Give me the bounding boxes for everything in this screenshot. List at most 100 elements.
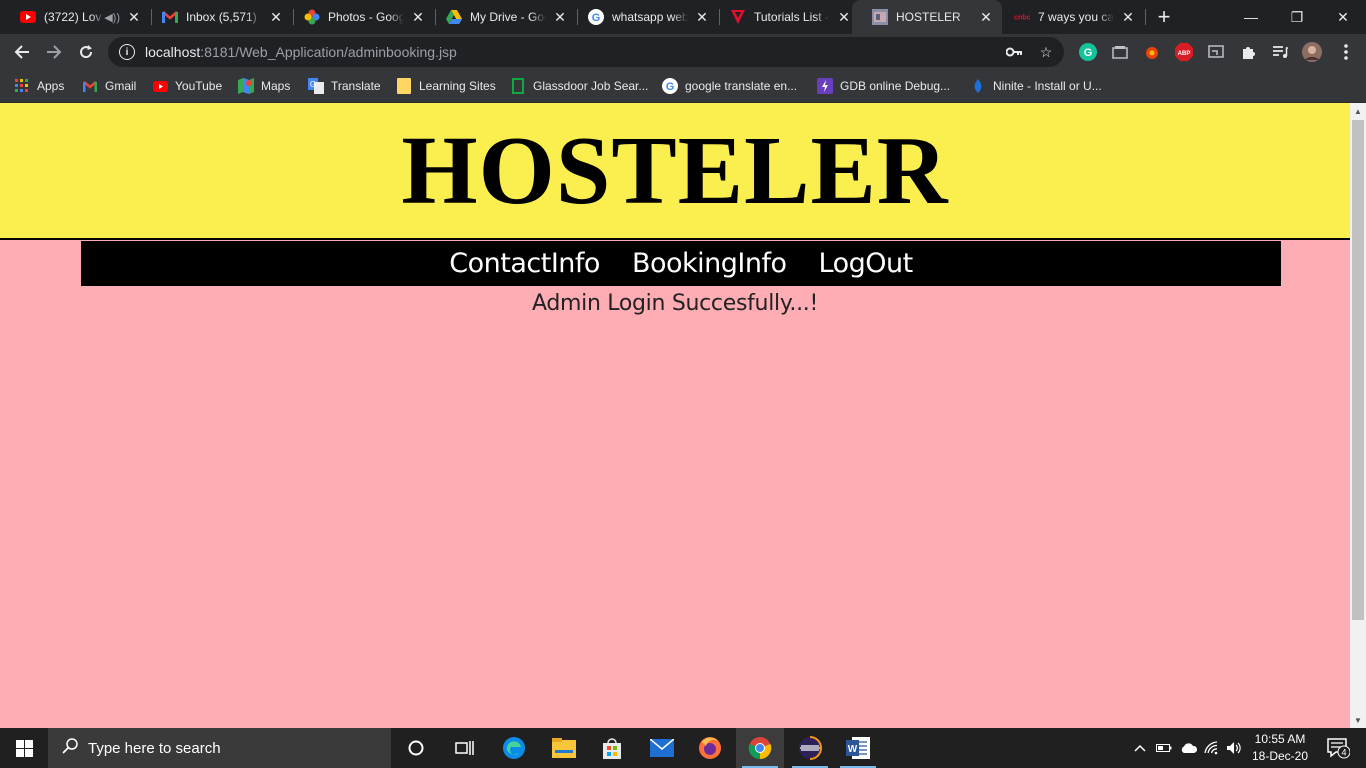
microsoft-store-icon[interactable] (588, 728, 636, 768)
tab-youtube[interactable]: (3722) Lov ◀)) ✕ (0, 0, 150, 34)
taskbar-search-box[interactable]: Type here to search (48, 728, 391, 768)
bookmarks-bar: Apps Gmail YouTube Maps G Translate Lear… (0, 70, 1366, 103)
bookmark-google-translate[interactable]: G google translate en... (662, 76, 797, 96)
clock-date: 18-Dec-20 (1251, 749, 1309, 763)
tab-hosteler[interactable]: HOSTELER ✕ (852, 0, 1002, 34)
windows-start-button[interactable] (0, 728, 48, 768)
action-center-icon[interactable]: 4 (1318, 728, 1358, 768)
tab-gmail[interactable]: Inbox (5,571) - ✕ (142, 0, 292, 34)
bookmark-label: Apps (37, 79, 65, 93)
volume-icon[interactable] (1224, 728, 1244, 768)
page-scrollbar[interactable]: ▲ ▼ (1350, 103, 1366, 728)
close-icon[interactable]: ✕ (268, 9, 284, 25)
bookmark-star-icon[interactable]: ☆ (1038, 44, 1054, 60)
key-icon[interactable] (1006, 44, 1022, 60)
word-icon[interactable]: W (834, 728, 882, 768)
close-icon[interactable]: ✕ (1120, 9, 1136, 25)
maps-icon (238, 78, 254, 94)
svg-text:G: G (592, 12, 601, 24)
tab-title: My Drive - Goo (470, 10, 546, 24)
gmail-icon (162, 9, 178, 25)
windows-taskbar: Type here to search W 10:55 AM 18-Dec-20… (0, 728, 1366, 768)
ninite-icon (970, 78, 986, 94)
bookmark-learning-sites[interactable]: Learning Sites (396, 76, 496, 96)
tab-title: whatsapp web (612, 10, 688, 24)
tab-tutorials[interactable]: Tutorials List - ✕ (710, 0, 860, 34)
site-title: HOSTELER (401, 117, 949, 225)
svg-text:G: G (310, 80, 316, 89)
close-icon[interactable]: ✕ (836, 9, 852, 25)
cnbc-icon: cnbc (1014, 9, 1030, 25)
mail-icon[interactable] (638, 728, 686, 768)
tab-title: Photos - Goog (328, 10, 404, 24)
svg-text:cnbc: cnbc (1014, 14, 1030, 22)
bookmark-translate[interactable]: G Translate (308, 76, 381, 96)
tab-title: (3722) Lov (44, 10, 102, 24)
tab-whatsapp-search[interactable]: G whatsapp web ✕ (568, 0, 718, 34)
chrome-menu-icon[interactable] (1336, 42, 1356, 62)
chrome-taskbar-icon[interactable] (736, 728, 784, 768)
bookmark-glassdoor[interactable]: Glassdoor Job Sear... (510, 76, 648, 96)
new-tab-button[interactable]: + (1152, 4, 1176, 29)
eclipse-icon[interactable] (786, 728, 834, 768)
scroll-down-arrow-icon[interactable]: ▼ (1350, 712, 1366, 728)
google-icon: G (662, 78, 678, 94)
system-clock[interactable]: 10:55 AM 18-Dec-20 (1248, 731, 1312, 765)
tab-strip: (3722) Lov ◀)) ✕ Inbox (5,571) - ✕ Photo… (0, 0, 1366, 34)
scroll-up-arrow-icon[interactable]: ▲ (1350, 103, 1366, 119)
firefox-icon[interactable] (686, 728, 734, 768)
task-view-icon[interactable] (440, 728, 488, 768)
tab-cnbc[interactable]: cnbc 7 ways you ca ✕ (994, 0, 1144, 34)
forward-button[interactable] (40, 38, 68, 66)
bookmark-label: google translate en... (685, 79, 798, 93)
grammarly-icon[interactable]: G (1078, 42, 1098, 62)
address-bar[interactable]: i localhost:8181/Web_Application/adminbo… (108, 37, 1064, 67)
close-icon[interactable]: ✕ (126, 9, 142, 25)
extension-box-icon[interactable] (1110, 42, 1130, 62)
battery-icon[interactable] (1154, 728, 1174, 768)
audio-icon[interactable]: ◀)) (104, 11, 120, 24)
gdb-icon (817, 78, 833, 94)
profile-avatar[interactable] (1302, 42, 1322, 62)
svg-text:W: W (848, 744, 858, 755)
extension-red-icon[interactable] (1142, 42, 1162, 62)
onedrive-icon[interactable] (1178, 728, 1200, 768)
google-icon: G (588, 9, 604, 25)
nav-contact-info[interactable]: ContactInfo (449, 248, 600, 279)
bookmark-gdb[interactable]: GDB online Debug... (817, 76, 950, 96)
nav-booking-info[interactable]: BookingInfo (632, 248, 787, 279)
close-icon[interactable]: ✕ (552, 9, 568, 25)
show-hidden-icons-chevron-icon[interactable] (1130, 728, 1150, 768)
wifi-icon[interactable] (1202, 728, 1222, 768)
bookmark-ninite[interactable]: Ninite - Install or U... (970, 76, 1102, 96)
scrollbar-thumb[interactable] (1352, 120, 1364, 620)
close-icon[interactable]: ✕ (978, 9, 994, 25)
bookmark-maps[interactable]: Maps (238, 76, 290, 96)
close-icon[interactable]: ✕ (410, 9, 426, 25)
cast-icon[interactable] (1206, 42, 1226, 62)
edge-icon[interactable] (490, 728, 538, 768)
extensions-puzzle-icon[interactable] (1238, 42, 1258, 62)
close-icon[interactable]: ✕ (694, 9, 710, 25)
reload-button[interactable] (72, 38, 100, 66)
url-text[interactable]: localhost:8181/Web_Application/adminbook… (145, 44, 457, 60)
adblock-plus-icon[interactable]: ABP (1174, 42, 1194, 62)
tab-photos[interactable]: Photos - Goog ✕ (284, 0, 434, 34)
bookmark-gmail[interactable]: Gmail (82, 76, 136, 96)
glassdoor-icon (510, 78, 526, 94)
back-button[interactable] (8, 38, 36, 66)
tab-drive[interactable]: My Drive - Goo ✕ (426, 0, 576, 34)
file-explorer-icon[interactable] (540, 728, 588, 768)
minimize-button[interactable]: — (1228, 0, 1274, 34)
close-window-button[interactable]: ✕ (1320, 0, 1366, 34)
nav-logout[interactable]: LogOut (819, 248, 914, 279)
bookmark-label: Learning Sites (419, 79, 496, 93)
site-info-icon[interactable]: i (119, 44, 135, 60)
google-drive-icon (446, 9, 462, 25)
cortana-icon[interactable] (392, 728, 440, 768)
restore-button[interactable]: ❐ (1274, 0, 1320, 34)
media-controls-icon[interactable] (1270, 42, 1290, 62)
site-nav: ContactInfo BookingInfo LogOut (81, 241, 1281, 286)
bookmark-apps[interactable]: Apps (14, 76, 64, 96)
bookmark-youtube[interactable]: YouTube (152, 76, 222, 96)
